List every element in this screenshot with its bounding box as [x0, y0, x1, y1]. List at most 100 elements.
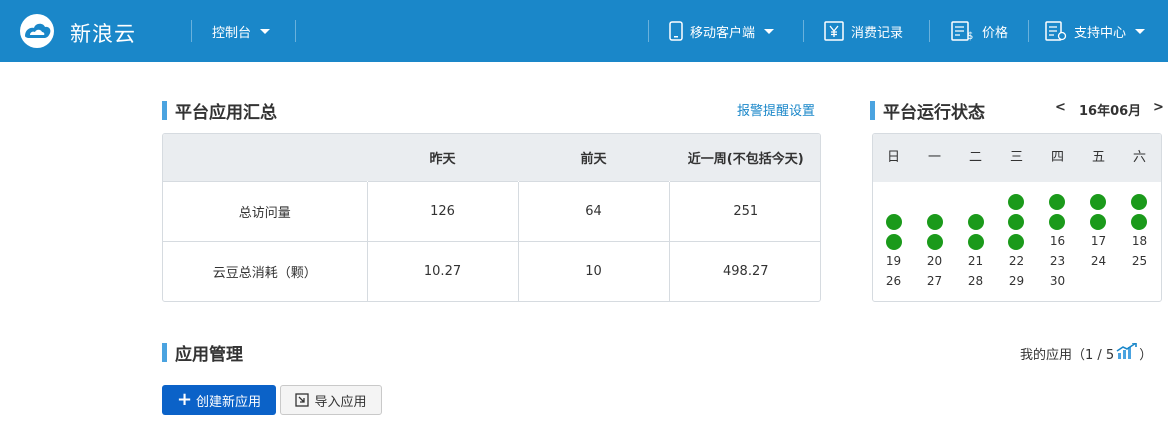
status-ok-dot[interactable]	[1049, 194, 1065, 210]
status-ok-dot[interactable]	[968, 214, 984, 230]
top-nav-bar: 新浪云 控制台 移动客户端 消费记录 $ 价格 支持中心	[0, 0, 1168, 62]
table-row: 云豆总消耗（颗） 10.27 10 498.27	[163, 241, 820, 301]
mobile-client-label: 移动客户端	[690, 25, 756, 41]
status-ok-dot[interactable]	[1049, 214, 1065, 230]
weekday-header: 日 一 二 三 四 五 六	[873, 134, 1161, 182]
calendar-day[interactable]: 19	[873, 254, 914, 268]
table-cell: 251	[668, 180, 820, 242]
status-ok-dot[interactable]	[927, 234, 943, 250]
trend-chart-icon[interactable]	[1116, 343, 1138, 359]
current-month-label: 16年06月	[1079, 104, 1142, 119]
calendar-day[interactable]: 22	[996, 254, 1037, 268]
calendar-day[interactable]: 20	[914, 254, 955, 268]
mobile-client-menu[interactable]: 移动客户端	[669, 0, 775, 62]
svg-text:$: $	[967, 31, 973, 41]
divider	[929, 20, 930, 42]
weekday-label: 日	[886, 150, 900, 165]
console-menu[interactable]: 控制台	[212, 0, 271, 62]
prev-month-button[interactable]: <	[1055, 100, 1066, 115]
table-cell: 64	[517, 180, 669, 242]
app-count: （1 / 5	[1072, 347, 1115, 363]
table-cell: 498.27	[668, 241, 820, 301]
weekday-label: 二	[968, 150, 982, 165]
my-apps-label: 我的应用	[1020, 347, 1073, 363]
status-ok-dot[interactable]	[968, 234, 984, 250]
calendar-day[interactable]: 30	[1037, 274, 1078, 288]
status-ok-dot[interactable]	[1008, 194, 1024, 210]
status-ok-dot[interactable]	[1008, 234, 1024, 250]
divider	[803, 20, 804, 42]
status-ok-dot[interactable]	[1131, 214, 1147, 230]
import-app-label: 导入应用	[314, 394, 367, 410]
status-ok-dot[interactable]	[1090, 194, 1106, 210]
summary-table: 昨天 前天 近一周(不包括今天) 总访问量 126 64 251 云豆总消耗（颗…	[162, 133, 821, 302]
summary-title-text: 平台应用汇总	[175, 103, 277, 123]
sina-cloud-logo-icon[interactable]	[14, 12, 60, 50]
table-cell: 10.27	[366, 241, 518, 301]
alert-settings-link[interactable]: 报警提醒设置	[737, 100, 815, 119]
table-cell: 10	[517, 241, 669, 301]
status-title-text: 平台运行状态	[883, 103, 985, 123]
table-header-row: 昨天 前天 近一周(不包括今天)	[163, 134, 820, 181]
calendar-day[interactable]: 24	[1078, 254, 1119, 268]
my-apps-count: 我的应用 （1 / 5 ）	[1020, 343, 1152, 363]
summary-section-title: 平台应用汇总	[162, 98, 277, 123]
support-document-icon	[1045, 21, 1067, 41]
billing-records-link[interactable]: 消费记录	[824, 0, 903, 62]
status-ok-dot[interactable]	[886, 234, 902, 250]
status-ok-dot[interactable]	[1090, 214, 1106, 230]
price-list-icon: $	[951, 21, 973, 41]
section-accent-bar	[870, 101, 875, 120]
weekday-label: 四	[1050, 150, 1064, 165]
import-icon	[295, 393, 310, 407]
yen-receipt-icon	[824, 21, 844, 41]
status-ok-dot[interactable]	[886, 214, 902, 230]
weekday-label: 五	[1091, 150, 1105, 165]
calendar-day[interactable]: 27	[914, 274, 955, 288]
next-month-button[interactable]: >	[1153, 100, 1164, 115]
calendar-day[interactable]: 25	[1119, 254, 1160, 268]
apps-title-text: 应用管理	[175, 345, 243, 365]
table-row: 总访问量 126 64 251	[163, 180, 820, 242]
table-cell: 126	[366, 180, 518, 242]
calendar-day[interactable]: 18	[1119, 234, 1160, 248]
weekday-label: 三	[1009, 150, 1023, 165]
calendar-day[interactable]: 23	[1037, 254, 1078, 268]
calendar-day[interactable]: 21	[955, 254, 996, 268]
brand-name[interactable]: 新浪云	[70, 18, 136, 48]
calendar-day[interactable]: 28	[955, 274, 996, 288]
calendar-day[interactable]: 16	[1037, 234, 1078, 248]
create-app-button[interactable]: + 创建新应用	[162, 385, 276, 415]
support-center-label: 支持中心	[1074, 25, 1127, 41]
status-ok-dot[interactable]	[1131, 194, 1147, 210]
price-label: 价格	[982, 25, 1009, 41]
section-accent-bar	[162, 101, 167, 120]
divider	[648, 20, 649, 42]
divider	[295, 20, 296, 42]
plus-icon: +	[176, 389, 193, 410]
billing-records-label: 消费记录	[851, 25, 904, 41]
app-count-close: ）	[1139, 347, 1153, 363]
support-center-menu[interactable]: 支持中心	[1045, 0, 1146, 62]
status-section-title: 平台运行状态	[870, 98, 985, 123]
column-header	[163, 134, 367, 181]
column-header: 前天	[518, 134, 669, 181]
chevron-down-icon	[764, 28, 775, 34]
column-header: 昨天	[367, 134, 518, 181]
weekday-label: 六	[1132, 150, 1146, 165]
status-ok-dot[interactable]	[1008, 214, 1024, 230]
price-link[interactable]: $ 价格	[951, 0, 1008, 62]
row-label: 云豆总消耗（颗）	[163, 241, 367, 301]
row-label: 总访问量	[163, 180, 367, 242]
calendar-day[interactable]: 29	[996, 274, 1037, 288]
calendar-day[interactable]: 26	[873, 274, 914, 288]
import-app-button[interactable]: 导入应用	[280, 385, 382, 415]
apps-section-title: 应用管理	[162, 340, 243, 365]
console-label: 控制台	[212, 25, 252, 41]
divider	[1028, 20, 1029, 42]
column-header: 近一周(不包括今天)	[669, 134, 820, 181]
calendar-day[interactable]: 17	[1078, 234, 1119, 248]
status-ok-dot[interactable]	[927, 214, 943, 230]
chevron-down-icon	[1135, 28, 1146, 34]
status-calendar: 日 一 二 三 四 五 六 16 17 18 19 20 21 22 23 24	[872, 133, 1162, 302]
